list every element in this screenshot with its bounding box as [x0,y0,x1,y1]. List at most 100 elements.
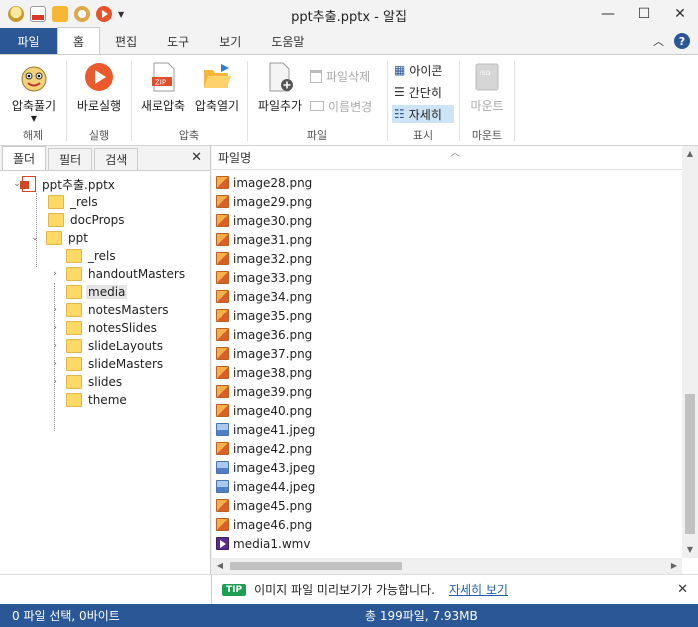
file-row[interactable]: image40.png [212,401,682,420]
close-pane-icon[interactable]: ✕ [191,150,202,165]
tree-node-docprops[interactable]: docProps [0,211,210,229]
tree-node-slidelayouts[interactable]: › slideLayouts [0,337,210,355]
view-detail-label: 자세히 [408,107,442,122]
horizontal-scrollbar[interactable]: ◀ ▶ [212,558,682,574]
tab-file[interactable]: 파일 [0,28,57,54]
scroll-up-icon[interactable]: ▲ [682,146,698,162]
view-simple-button[interactable]: ☰ 간단히 [394,83,442,101]
file-row[interactable]: image39.png [212,382,682,401]
file-row[interactable]: media1.wmv [212,534,682,553]
tree-node-slidemasters[interactable]: › slideMasters [0,355,210,373]
minimize-icon[interactable]: — [590,0,626,28]
expand-icon[interactable]: › [50,359,60,369]
scroll-right-icon[interactable]: ▶ [666,558,682,574]
file-row[interactable]: image45.png [212,496,682,515]
scroll-down-icon[interactable]: ▼ [682,542,698,558]
tab-edit[interactable]: 편집 [100,28,152,54]
app-logo-icon[interactable] [8,6,24,22]
scrollbar-thumb[interactable] [230,562,402,570]
ribbon-divider [514,61,515,141]
file-row[interactable]: image33.png [212,268,682,287]
tree-node-root[interactable]: ⌄ ppt추출.pptx [0,175,210,193]
folder-icon [66,321,82,335]
customize-caret-icon[interactable]: ▼ [118,10,124,19]
file-row[interactable]: image46.png [212,515,682,534]
tab-home[interactable]: 홈 [57,27,101,54]
tab-search[interactable]: 검색 [94,148,139,170]
file-row[interactable]: image29.png [212,192,682,211]
view-detail-button[interactable]: ☷ 자세히 [392,105,454,123]
file-row[interactable]: image35.png [212,306,682,325]
expand-icon[interactable]: › [50,269,60,279]
file-row[interactable]: image42.png [212,439,682,458]
tree-node-notesslides[interactable]: › notesSlides [0,319,210,337]
mount-button[interactable]: ISO 마운트 [464,61,510,114]
tree-node-slides[interactable]: › slides [0,373,210,391]
maximize-icon[interactable]: ☐ [626,0,662,28]
file-row[interactable]: image31.png [212,230,682,249]
tab-filter[interactable]: 필터 [48,148,93,170]
open-zip-button[interactable]: 압축열기 [190,61,244,114]
new-zip-button[interactable]: ZIP 새로압축 [136,61,190,114]
list-icon: ☰ [394,85,405,99]
pptx-file-icon [20,176,36,192]
add-file-button[interactable]: 파일추가 [254,61,306,114]
extract-button[interactable]: 압축풀기 ▼ [8,61,60,123]
delete-file-button[interactable]: 파일삭제 [310,67,370,85]
preview-info-bar: TIP 이미지 파일 미리보기가 가능합니다. 자세히 보기 ✕ [212,574,698,604]
tree-node-label: media [86,285,128,299]
collapse-ribbon-icon[interactable]: ︿ [653,33,664,49]
details-link[interactable]: 자세히 보기 [449,581,508,598]
expand-icon[interactable]: › [50,323,60,333]
tab-help[interactable]: 도움말 [256,28,319,54]
file-row[interactable]: image44.jpeg [212,477,682,496]
open-folder-icon[interactable] [52,6,68,22]
file-row[interactable]: image43.jpeg [212,458,682,477]
rename-button[interactable]: 이름변경 [310,97,372,115]
help-icon[interactable]: ? [674,33,690,49]
file-row[interactable]: image37.png [212,344,682,363]
scrollbar-thumb[interactable] [685,394,695,534]
view-icons-button[interactable]: ▦ 아이콘 [394,61,442,79]
file-row[interactable]: image28.png [212,173,682,192]
file-row[interactable]: image38.png [212,363,682,382]
info-text: 이미지 파일 미리보기가 가능합니다. [254,583,435,597]
vertical-scrollbar[interactable]: ▲ ▼ [682,146,698,558]
tree-node-label: ppt [68,231,88,245]
image-file-icon [216,499,229,512]
collapse-icon[interactable]: ⌄ [30,233,40,243]
tree-node-ppt[interactable]: ⌄ ppt [0,229,210,247]
zip-icon[interactable] [30,6,46,22]
tab-view[interactable]: 보기 [204,28,256,54]
file-name: image35.png [233,308,313,323]
file-row[interactable]: image30.png [212,211,682,230]
expand-icon[interactable]: › [50,377,60,387]
tab-tools[interactable]: 도구 [152,28,204,54]
tree-node-notesmasters[interactable]: › notesMasters [0,301,210,319]
extract-dropdown-icon[interactable]: ▼ [8,114,60,123]
image-file-icon [216,404,229,417]
tree-node-media[interactable]: media [0,283,210,301]
expand-icon[interactable]: › [50,305,60,315]
scroll-left-icon[interactable]: ◀ [212,558,228,574]
tab-folder[interactable]: 폴더 [2,146,47,170]
detail-list-icon: ☷ [394,107,405,121]
quick-access-toolbar: ▼ [0,6,124,22]
close-info-icon[interactable]: ✕ [677,582,688,597]
extract-icon[interactable] [74,6,90,22]
file-row[interactable]: image41.jpeg [212,420,682,439]
grid-icon: ▦ [394,63,406,77]
file-row[interactable]: image32.png [212,249,682,268]
tree-node-handoutmasters[interactable]: › handoutMasters [0,265,210,283]
run-now-button[interactable]: 바로실행 [73,61,125,114]
tree-node-rels[interactable]: _rels [0,193,210,211]
run-icon[interactable] [96,6,112,22]
tree-node-theme[interactable]: theme [0,391,210,409]
file-row[interactable]: image34.png [212,287,682,306]
file-row[interactable]: image36.png [212,325,682,344]
close-icon[interactable]: ✕ [662,0,698,28]
expand-icon[interactable]: › [50,341,60,351]
tip-badge: TIP [222,583,247,596]
tree-node-ppt-rels[interactable]: _rels [0,247,210,265]
column-header-filename[interactable]: 파일명 ︿ [212,146,698,170]
